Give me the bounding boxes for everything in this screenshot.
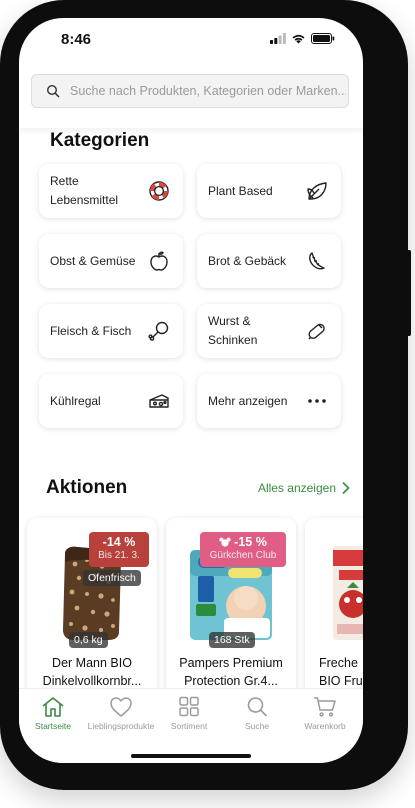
aktionen-title: Aktionen bbox=[46, 477, 128, 498]
volume-up-button bbox=[0, 200, 2, 256]
category-rette-lebensmittel[interactable]: Rette Lebensmittel bbox=[39, 164, 183, 218]
croissant-icon bbox=[309, 252, 325, 270]
tab-sortiment[interactable]: Sortiment bbox=[155, 696, 223, 731]
fruit-pouch-product-image bbox=[333, 546, 363, 640]
category-label: Mehr anzeigen bbox=[208, 393, 288, 408]
category-label: Fleisch & Fisch bbox=[50, 323, 132, 338]
category-obst-gemuese[interactable]: Obst & Gemüse bbox=[39, 234, 183, 288]
wifi-icon bbox=[292, 34, 305, 44]
tab-label: Warenkorb bbox=[304, 721, 346, 731]
signal-icon bbox=[270, 33, 286, 44]
category-label: Obst & Gemüse bbox=[50, 253, 136, 268]
search-box[interactable] bbox=[31, 74, 349, 108]
sausage-icon bbox=[308, 323, 325, 340]
bottom-tab-bar: Startseite Lieblingsprodukte Sortiment S… bbox=[19, 688, 363, 763]
product-name-line1: Der Mann BIO bbox=[52, 656, 132, 670]
search-icon bbox=[247, 697, 267, 717]
discount-until: Bis 21. 3. bbox=[98, 550, 140, 561]
search-input[interactable] bbox=[68, 83, 348, 99]
status-time: 8:46 bbox=[61, 31, 92, 48]
home-indicator bbox=[131, 754, 251, 758]
category-brot-gebaeck[interactable]: Brot & Gebäck bbox=[197, 234, 341, 288]
category-mehr-anzeigen[interactable]: Mehr anzeigen bbox=[197, 374, 341, 428]
power-button bbox=[406, 250, 411, 336]
product-name: Freche BIO Fru bbox=[305, 654, 363, 690]
category-wurst-schinken[interactable]: Wurst & Schinken bbox=[197, 304, 341, 358]
product-carousel[interactable]: -14 % Bis 21. 3. Ofenfrisch 0,6 kg Der M… bbox=[27, 518, 363, 698]
cart-icon bbox=[313, 697, 336, 717]
category-label: Rette Lebensmittel bbox=[50, 174, 119, 207]
cheese-icon bbox=[149, 394, 169, 408]
product-name: Pampers Premium Protection Gr.4... bbox=[166, 654, 296, 690]
heart-icon bbox=[110, 697, 132, 717]
battery-icon bbox=[311, 33, 335, 44]
club-label: Gürkchen Club bbox=[209, 550, 277, 561]
tab-label: Lieblingsprodukte bbox=[87, 721, 155, 731]
tab-warenkorb[interactable]: Warenkorb bbox=[291, 696, 359, 731]
tab-label: Sortiment bbox=[170, 721, 208, 731]
tab-startseite[interactable]: Startseite bbox=[19, 696, 87, 731]
quantity-pill: 0,6 kg bbox=[69, 632, 108, 648]
product-name-line1: Freche bbox=[319, 656, 358, 670]
cucumber-club-icon bbox=[219, 537, 231, 547]
status-bar: 8:46 bbox=[19, 18, 363, 62]
product-card[interactable]: Freche BIO Fru bbox=[305, 518, 363, 698]
category-kuehlregal[interactable]: Kühlregal bbox=[39, 374, 183, 428]
discount-badge: -14 % Bis 21. 3. bbox=[89, 532, 149, 567]
club-discount-badge: -15 % Gürkchen Club bbox=[200, 532, 286, 567]
category-label: Kühlregal bbox=[50, 393, 101, 408]
drumstick-icon bbox=[148, 321, 169, 341]
lifebuoy-icon bbox=[149, 181, 169, 201]
product-card[interactable]: -14 % Bis 21. 3. Ofenfrisch 0,6 kg Der M… bbox=[27, 518, 157, 698]
tab-suche[interactable]: Suche bbox=[223, 696, 291, 731]
alles-anzeigen-link[interactable]: Alles anzeigen bbox=[258, 481, 350, 495]
leaf-icon bbox=[307, 182, 327, 200]
category-label: Plant Based bbox=[208, 183, 273, 198]
apple-icon bbox=[150, 251, 168, 271]
volume-down-button bbox=[0, 272, 2, 328]
category-label: Wurst & Schinken bbox=[208, 314, 258, 347]
discount-percent: -15 % bbox=[200, 532, 286, 549]
product-name: Der Mann BIO Dinkelvollkornbr... bbox=[27, 654, 157, 690]
category-label: Brot & Gebäck bbox=[208, 253, 287, 268]
more-dots-icon bbox=[308, 399, 326, 403]
grid-icon bbox=[179, 696, 199, 717]
search-icon bbox=[46, 84, 60, 98]
ofenfrisch-tag: Ofenfrisch bbox=[83, 570, 141, 586]
alles-anzeigen-label: Alles anzeigen bbox=[257, 481, 336, 495]
category-plant-based[interactable]: Plant Based bbox=[197, 164, 341, 218]
categories-title: Kategorien bbox=[50, 130, 150, 151]
search-bar-area bbox=[19, 62, 363, 128]
chevron-right-icon bbox=[342, 482, 350, 494]
product-name-line1: Pampers Premium bbox=[179, 656, 283, 670]
side-button bbox=[0, 152, 2, 180]
tab-label: Startseite bbox=[35, 721, 71, 731]
quantity-pill: 168 Stk bbox=[209, 632, 255, 648]
product-card[interactable]: -15 % Gürkchen Club 168 Stk Pampers Prem… bbox=[166, 518, 296, 698]
tab-lieblingsprodukte[interactable]: Lieblingsprodukte bbox=[87, 696, 155, 731]
discount-percent-value: -15 % bbox=[234, 535, 267, 549]
phone-frame: 8:46 Suche nach Produkten, Kategorien od… bbox=[0, 0, 411, 790]
discount-percent: -14 % bbox=[102, 535, 136, 549]
status-icons bbox=[270, 33, 335, 44]
tab-label: Suche bbox=[244, 721, 270, 731]
category-fleisch-fisch[interactable]: Fleisch & Fisch bbox=[39, 304, 183, 358]
home-icon bbox=[42, 697, 64, 717]
app-screen: 8:46 Suche nach Produkten, Kategorien od… bbox=[19, 18, 363, 763]
